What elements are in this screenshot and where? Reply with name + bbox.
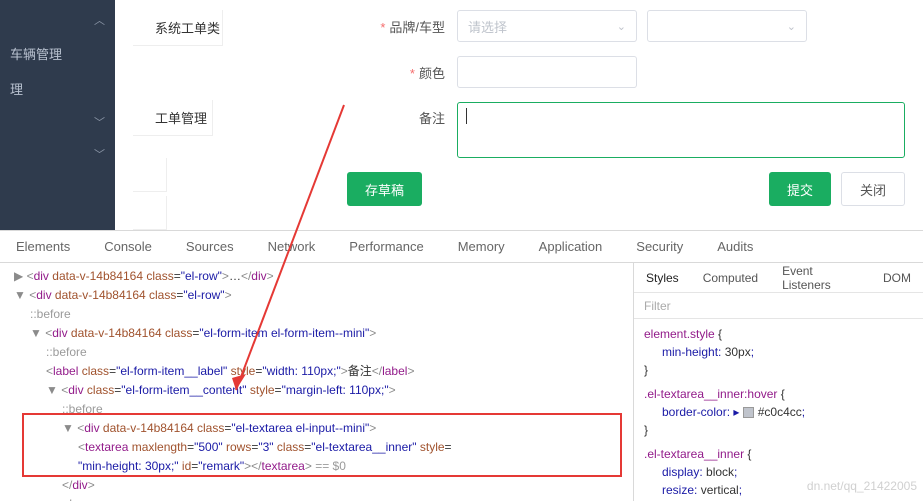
listeners-tab[interactable]: Event Listeners [770,264,871,292]
sidebar-item-manage[interactable]: 理 [0,71,115,106]
chevron-down-icon: ⌄ [787,20,796,33]
dom-tab[interactable]: DOM [871,271,923,285]
tab-sources[interactable]: Sources [186,239,234,254]
computed-tab[interactable]: Computed [691,271,770,285]
color-label: *颜色 [347,63,457,82]
tab-memory[interactable]: Memory [458,239,505,254]
sidebar: ︿ 车辆管理 理 ﹀ ﹀ [0,0,115,230]
watermark: dn.net/qq_21422005 [807,477,917,495]
tab-audits[interactable]: Audits [717,239,753,254]
tab-security[interactable]: Security [636,239,683,254]
model-select[interactable]: ⌄ [647,10,807,42]
styles-filter[interactable]: Filter [634,293,923,319]
devtools-tabs: Elements Console Sources Network Perform… [0,231,923,263]
checkbox-tile-1[interactable] [133,158,167,192]
sidebar-item-header[interactable]: ︿ [0,4,115,36]
sidebar-item-vehicle[interactable]: 车辆管理 [0,36,115,71]
styles-tab[interactable]: Styles [634,271,691,285]
brand-select[interactable]: 请选择⌄ [457,10,637,42]
devtools-elements-tree[interactable]: ▶ <div data-v-14b84164 class="el-row">…<… [0,263,634,501]
tile-system-order: 系统工单类 [133,10,223,46]
chevron-down-icon: ⌄ [617,20,626,33]
tab-performance[interactable]: Performance [349,239,423,254]
brand-label: *品牌/车型 [347,17,457,36]
tab-console[interactable]: Console [104,239,152,254]
checkbox-tile-2[interactable] [133,196,167,230]
modal-form: *品牌/车型 请选择⌄ ⌄ *颜色 备注 存草稿 提交 关闭 [329,0,923,230]
tab-application[interactable]: Application [539,239,603,254]
sidebar-item-collapsed-2[interactable]: ﹀ [0,138,115,170]
tab-network[interactable]: Network [268,239,316,254]
content-pane: 系统工单类 工单管理 *品牌/车型 请选择⌄ ⌄ *颜色 备注 存草稿 提交 关 [115,0,923,230]
save-draft-button[interactable]: 存草稿 [347,172,422,206]
close-button[interactable]: 关闭 [841,172,905,206]
chevron-down-icon: ﹀ [94,146,105,162]
tab-elements[interactable]: Elements [16,239,70,254]
text-cursor [466,108,467,124]
sidebar-item-collapsed-1[interactable]: ﹀ [0,106,115,138]
submit-button[interactable]: 提交 [769,172,831,206]
color-swatch [743,407,754,418]
color-input[interactable] [457,56,637,88]
devtools-styles-pane: Styles Computed Event Listeners DOM Filt… [634,263,923,501]
chevron-down-icon: ﹀ [94,114,105,130]
remark-label: 备注 [347,102,457,127]
devtools-panel: Elements Console Sources Network Perform… [0,230,923,500]
tile-order-mgmt: 工单管理 [133,100,213,136]
styles-rules[interactable]: element.style { min-height: 30px; } .el-… [634,319,923,501]
chevron-up-icon: ︿ [94,12,105,28]
remark-textarea[interactable] [457,102,905,158]
